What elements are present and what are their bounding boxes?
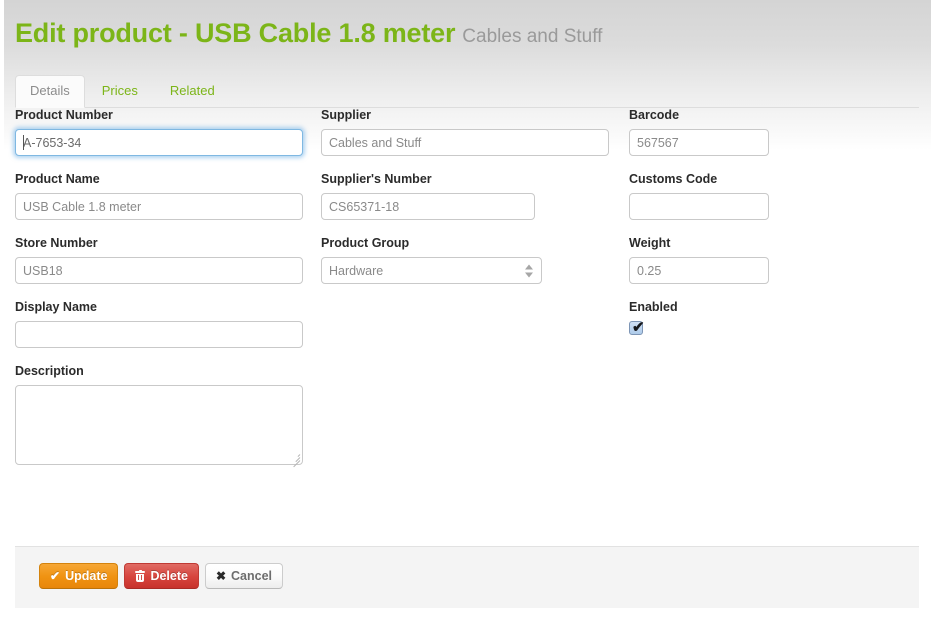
tab-details[interactable]: Details [15,75,85,108]
form-footer: ✔ Update Delete ✖ Cancel [15,546,919,608]
product-name-input[interactable] [15,193,303,220]
field-product-group: Product Group Hardware [321,236,621,284]
description-textarea[interactable] [15,385,303,465]
field-suppliers-number: Supplier's Number [321,172,621,220]
page-subtitle: Cables and Stuff [462,26,603,47]
close-icon: ✖ [215,569,227,583]
supplier-input[interactable] [321,129,609,156]
field-barcode: Barcode [629,108,919,156]
display-name-input[interactable] [15,321,303,348]
trash-icon [135,569,146,582]
suppliers-number-input[interactable] [321,193,535,220]
weight-input[interactable] [629,257,769,284]
field-store-number: Store Number [15,236,315,284]
page-title: Edit product - USB Cable 1.8 meter [15,18,456,48]
product-form: Product Number Product Name Store Number… [0,108,931,545]
label-weight: Weight [629,236,671,250]
customs-code-input[interactable] [629,193,769,220]
delete-button[interactable]: Delete [124,563,199,589]
field-product-name: Product Name [15,172,315,220]
label-supplier: Supplier [321,108,372,122]
field-description: Description [15,364,315,470]
label-enabled: Enabled [629,300,678,314]
field-customs-code: Customs Code [629,172,919,220]
footer-button-row: ✔ Update Delete ✖ Cancel [39,563,284,589]
field-product-number: Product Number [15,108,315,156]
label-store-number: Store Number [15,236,98,250]
page-root: Edit product - USB Cable 1.8 meter Cables… [0,0,931,625]
label-suppliers-number: Supplier's Number [321,172,432,186]
label-product-name: Product Name [15,172,100,186]
field-enabled: Enabled ✔ [629,300,919,335]
tab-bar: Details Prices Related [15,75,919,108]
text-caret [23,135,24,150]
tab-prices[interactable]: Prices [87,75,153,108]
label-customs-code: Customs Code [629,172,718,186]
label-display-name: Display Name [15,300,97,314]
label-barcode: Barcode [629,108,680,122]
cancel-button[interactable]: ✖ Cancel [204,563,284,589]
barcode-input[interactable] [629,129,769,156]
form-column-middle: Supplier Supplier's Number Product Group… [321,108,621,300]
label-product-number: Product Number [15,108,113,122]
delete-button-label: Delete [150,568,188,583]
checkmark-icon: ✔ [632,319,645,336]
store-number-input[interactable] [15,257,303,284]
page-header: Edit product - USB Cable 1.8 meter Cables… [15,18,915,64]
check-icon: ✔ [50,569,61,583]
update-button-label: Update [65,568,108,583]
tab-related[interactable]: Related [155,75,230,108]
field-supplier: Supplier [321,108,621,156]
form-column-left: Product Number Product Name Store Number… [15,108,315,486]
product-number-input[interactable] [15,129,303,156]
field-display-name: Display Name [15,300,315,348]
enabled-checkbox[interactable]: ✔ [629,319,645,336]
update-button[interactable]: ✔ Update [39,563,119,589]
product-group-select[interactable]: Hardware [321,257,542,284]
field-weight: Weight [629,236,919,284]
label-description: Description [15,364,84,378]
form-column-right: Barcode Customs Code Weight Enabled ✔ [629,108,919,351]
label-product-group: Product Group [321,236,410,250]
cancel-button-label: Cancel [231,568,273,583]
